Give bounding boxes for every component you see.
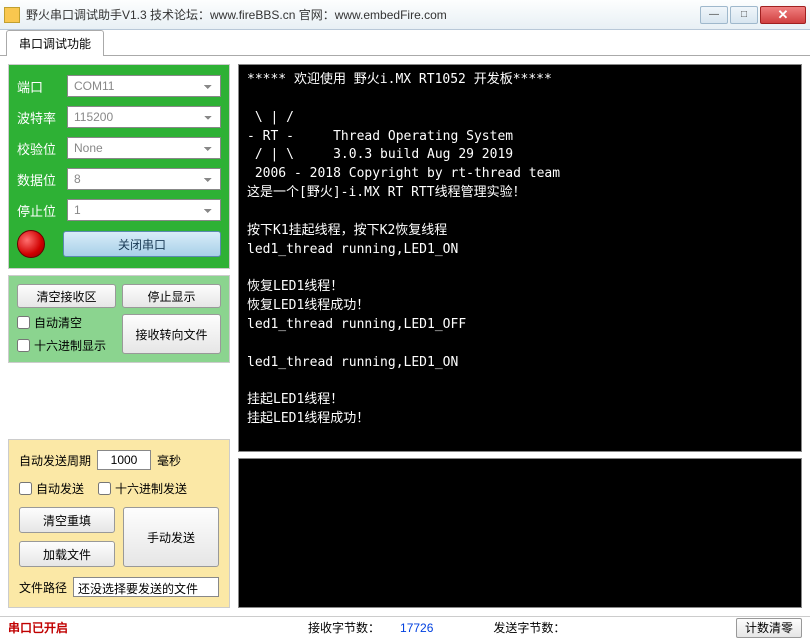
port-status: 串口已开启 [8,619,68,636]
reset-counter-button[interactable]: 计数清零 [736,618,802,638]
file-path-label: 文件路径 [19,579,67,596]
receive-terminal[interactable]: ***** 欢迎使用 野火i.MX RT1052 开发板***** \ | / … [238,64,802,452]
hex-send-checkbox[interactable]: 十六进制发送 [98,480,187,497]
file-path-field[interactable]: 还没选择要发送的文件 [73,577,219,597]
receive-control-panel: 清空接收区 停止显示 自动清空 接收转向文件 十六进制显示 [8,275,230,363]
manual-send-button[interactable]: 手动发送 [123,507,219,567]
minimize-button[interactable]: — [700,6,728,24]
stopbits-select[interactable]: 1 [67,199,221,221]
app-icon [4,7,20,23]
auto-send-checkbox[interactable]: 自动发送 [19,480,84,497]
parity-label: 校验位 [17,139,67,158]
statusbar: 串口已开启 接收字节数： 17726 发送字节数： 计数清零 [0,616,810,638]
tab-serial-debug[interactable]: 串口调试功能 [6,30,104,56]
auto-clear-checkbox[interactable]: 自动清空 [17,314,116,331]
send-bytes-label: 发送字节数： [493,619,565,636]
databits-label: 数据位 [17,170,67,189]
close-port-button[interactable]: 关闭串口 [63,231,221,257]
baud-label: 波特率 [17,108,67,127]
close-button[interactable]: ✕ [760,6,806,24]
hex-display-checkbox[interactable]: 十六进制显示 [17,337,116,354]
titlebar: 野火串口调试助手V1.3 技术论坛：www.fireBBS.cn 官网：www.… [0,0,810,30]
tabstrip: 串口调试功能 [0,32,810,56]
maximize-button[interactable]: □ [730,6,758,24]
parity-select[interactable]: None [67,137,221,159]
send-control-panel: 自动发送周期 毫秒 自动发送 十六进制发送 清空重填 手动发送 加载文件 文件路… [8,439,230,608]
port-select[interactable]: COM11 [67,75,221,97]
clear-receive-button[interactable]: 清空接收区 [17,284,116,308]
baud-select[interactable]: 115200 [67,106,221,128]
port-label: 端口 [17,77,67,96]
stopbits-label: 停止位 [17,201,67,220]
clear-refill-button[interactable]: 清空重填 [19,507,115,533]
redirect-file-button[interactable]: 接收转向文件 [122,314,221,354]
databits-select[interactable]: 8 [67,168,221,190]
period-unit: 毫秒 [157,452,181,469]
connection-led-icon [17,230,45,258]
load-file-button[interactable]: 加载文件 [19,541,115,567]
stop-display-button[interactable]: 停止显示 [122,284,221,308]
send-terminal[interactable] [238,458,802,608]
recv-bytes-value: 17726 [400,621,433,635]
recv-bytes-label: 接收字节数： [308,619,380,636]
window-title: 野火串口调试助手V1.3 技术论坛：www.fireBBS.cn 官网：www.… [26,6,447,23]
period-label: 自动发送周期 [19,452,91,469]
serial-config-panel: 端口 COM11 波特率 115200 校验位 None 数据位 8 停止位 1 [8,64,230,269]
period-input[interactable] [97,450,151,470]
